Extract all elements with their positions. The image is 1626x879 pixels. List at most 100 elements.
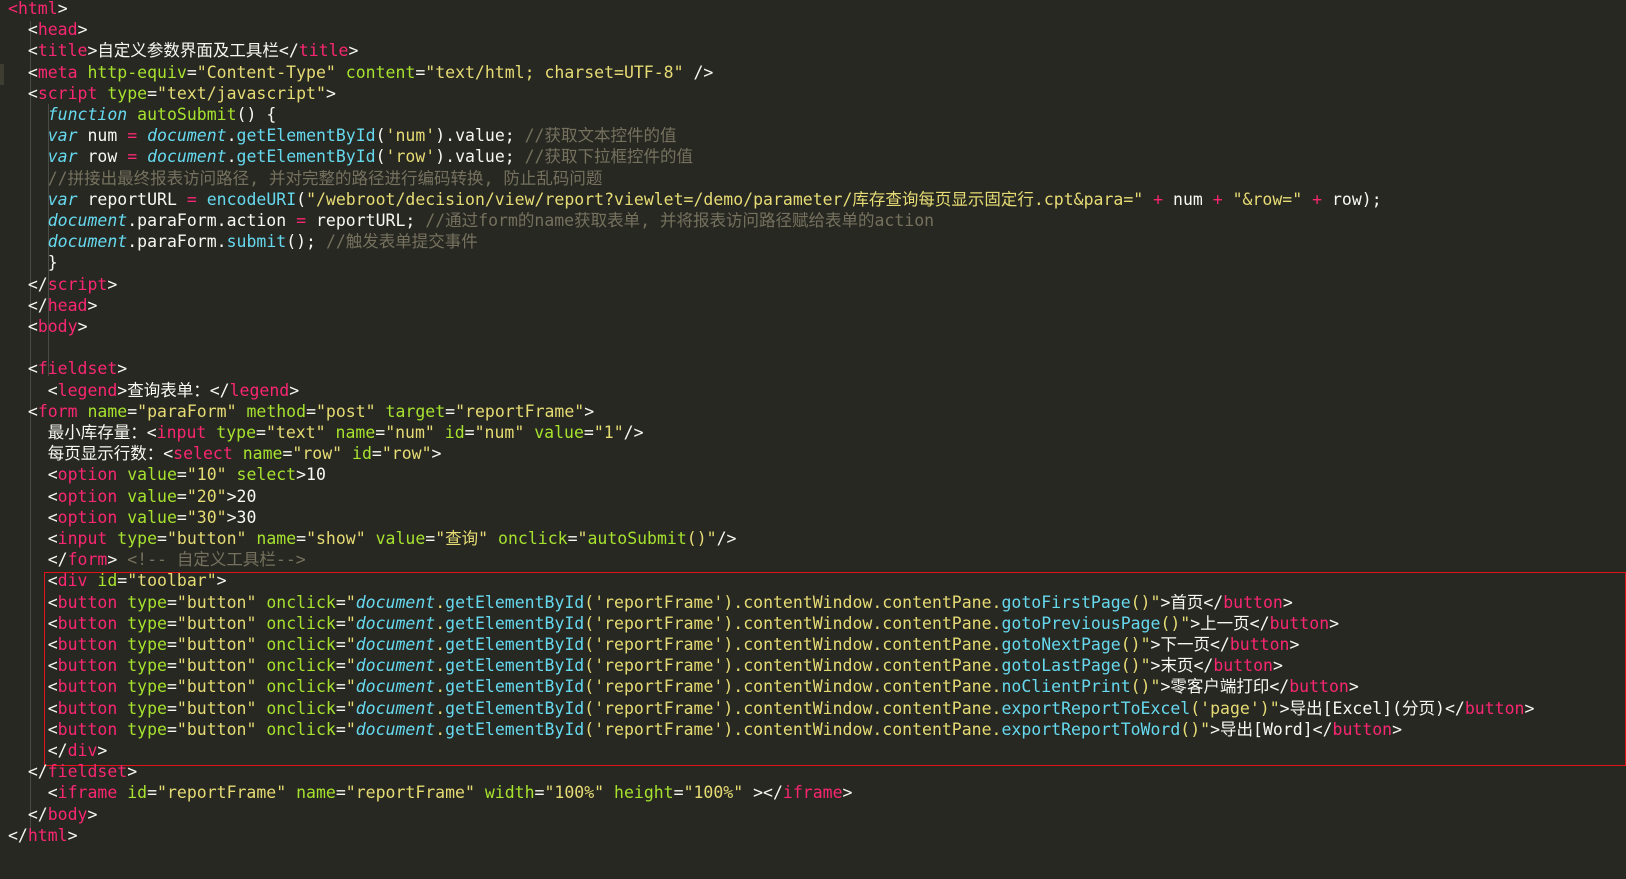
code-token: < <box>8 677 58 697</box>
code-line[interactable]: </div> <box>8 740 108 761</box>
code-line[interactable]: 最小库存量：<input type="text" name="num" id="… <box>8 422 644 443</box>
code-token: > <box>1282 592 1293 612</box>
code-token: >30 <box>226 507 257 527</box>
code-line[interactable]: <html> <box>8 0 68 19</box>
code-line[interactable]: <button type="button" onclick="document.… <box>8 655 1283 676</box>
code-line[interactable]: <meta http-equiv="Content-Type" content=… <box>8 62 714 83</box>
code-line[interactable]: </body> <box>8 804 98 825</box>
code-token: = <box>117 571 128 591</box>
code-line[interactable]: <option value="10" select>10 <box>8 464 326 485</box>
code-line[interactable]: document.paraForm.action = reportURL; //… <box>8 210 934 231</box>
code-token: id <box>97 571 118 591</box>
code-line[interactable]: <input type="button" name="show" value="… <box>8 528 737 549</box>
code-line[interactable]: } <box>8 252 58 273</box>
code-token: 'row' <box>385 147 436 167</box>
code-line[interactable]: <head> <box>8 19 88 40</box>
code-token: height <box>604 783 674 803</box>
code-token: >下一页</ <box>1150 635 1230 654</box>
code-token: autoSubmit <box>587 529 687 548</box>
code-token: >首页</ <box>1160 592 1224 612</box>
code-token: //触发表单提交事件 <box>325 232 478 252</box>
code-line[interactable]: <button type="button" onclick="document.… <box>8 676 1359 697</box>
code-line[interactable]: <script type="text/javascript"> <box>8 83 336 104</box>
code-line[interactable]: 每页显示行数：<select name="row" id="row"> <box>8 443 442 464</box>
code-line[interactable]: <fieldset> <box>8 358 127 379</box>
code-line[interactable]: <button type="button" onclick="document.… <box>8 592 1293 613</box>
code-token: select <box>173 444 243 464</box>
code-token: legend <box>229 380 290 400</box>
code-token: = <box>166 656 177 676</box>
code-token: . <box>226 126 237 146</box>
code-token: > <box>431 444 442 464</box>
code-line[interactable]: <button type="button" onclick="document.… <box>8 698 1535 719</box>
code-token: gotoLastPage <box>1001 656 1121 676</box>
code-line[interactable]: </script> <box>8 274 117 295</box>
code-line[interactable]: <legend>查询表单：</legend> <box>8 380 299 401</box>
code-token: onclick <box>256 677 336 697</box>
code-line[interactable]: var row = document.getElementById('row')… <box>8 146 693 167</box>
code-token: fieldset <box>47 762 128 782</box>
code-token: > <box>1272 656 1283 676</box>
code-token: ()" <box>1130 677 1161 697</box>
code-token: 'num' <box>385 126 436 146</box>
code-token: "100%" <box>544 783 605 803</box>
code-token: .paraForm.action <box>127 211 297 230</box>
code-line[interactable]: <button type="button" onclick="document.… <box>8 634 1300 655</box>
code-token: 'reportFrame' <box>594 592 724 612</box>
code-token: < <box>8 507 58 527</box>
code-token: = <box>166 677 177 697</box>
code-token: script <box>47 274 108 294</box>
code-token: > <box>216 571 227 591</box>
code-line[interactable]: var num = document.getElementById('num')… <box>8 125 677 146</box>
code-token: encodeURI <box>206 189 297 209</box>
code-token: > <box>107 550 128 570</box>
code-line[interactable]: document.paraForm.submit(); //触发表单提交事件 <box>8 231 478 252</box>
code-token: value <box>127 507 177 527</box>
code-line[interactable]: <button type="button" onclick="document.… <box>8 719 1402 740</box>
code-token: > <box>584 401 595 421</box>
code-token: exportReportToExcel <box>1001 698 1191 718</box>
code-line[interactable]: <title>自定义参数界面及工具栏</title> <box>8 40 359 61</box>
code-token: document <box>47 232 128 252</box>
code-token: > <box>1392 719 1403 739</box>
code-line[interactable]: //拼接出最终报表访问路径, 并对完整的路径进行编码转换, 防止乱码问题 <box>8 168 603 189</box>
code-token: = <box>673 783 684 803</box>
code-token: form <box>37 401 88 421</box>
code-line[interactable]: function autoSubmit() { <box>8 104 277 125</box>
code-line[interactable]: <body> <box>8 316 88 337</box>
code-editor[interactable]: <html> <head> <title>自定义参数界面及工具栏</title>… <box>0 0 1626 879</box>
code-token: >导出[Word]</ <box>1210 719 1333 739</box>
code-token: "num" <box>385 423 435 442</box>
code-line[interactable]: </html> <box>8 825 78 846</box>
code-line[interactable]: </form> <!-- 自定义工具栏--> <box>8 549 306 570</box>
code-token: (); <box>286 232 326 252</box>
code-token: title <box>37 41 88 61</box>
code-line[interactable]: <button type="button" onclick="document.… <box>8 613 1339 634</box>
code-token: ()" <box>1130 592 1161 612</box>
code-token: name <box>286 783 336 803</box>
code-token: = <box>296 529 307 548</box>
code-line[interactable]: <option value="30">30 <box>8 507 257 528</box>
code-token: > <box>1348 677 1359 697</box>
code-line[interactable]: var reportURL = encodeURI("/webroot/deci… <box>8 189 1382 210</box>
code-line[interactable]: <option value="20">20 <box>8 486 257 507</box>
code-line[interactable]: <form name="paraForm" method="post" targ… <box>8 401 594 422</box>
code-token: gotoNextPage <box>1001 635 1121 654</box>
code-token: "查询" <box>435 529 489 548</box>
code-line[interactable]: </head> <box>8 295 98 316</box>
code-token: < <box>8 62 38 82</box>
code-token: "toolbar" <box>127 571 217 591</box>
code-token: > <box>117 359 128 379</box>
code-line[interactable]: <div id="toolbar"> <box>8 570 227 591</box>
code-token: onclick <box>256 656 336 676</box>
code-token: head <box>47 295 88 315</box>
code-token: input <box>57 529 118 548</box>
code-line[interactable]: </fieldset> <box>8 761 137 782</box>
code-token: html <box>27 825 68 845</box>
code-token: < <box>8 20 38 40</box>
code-line[interactable]: <iframe id="reportFrame" name="reportFra… <box>8 782 853 803</box>
code-token: ).contentWindow.contentPane. <box>723 698 1002 718</box>
